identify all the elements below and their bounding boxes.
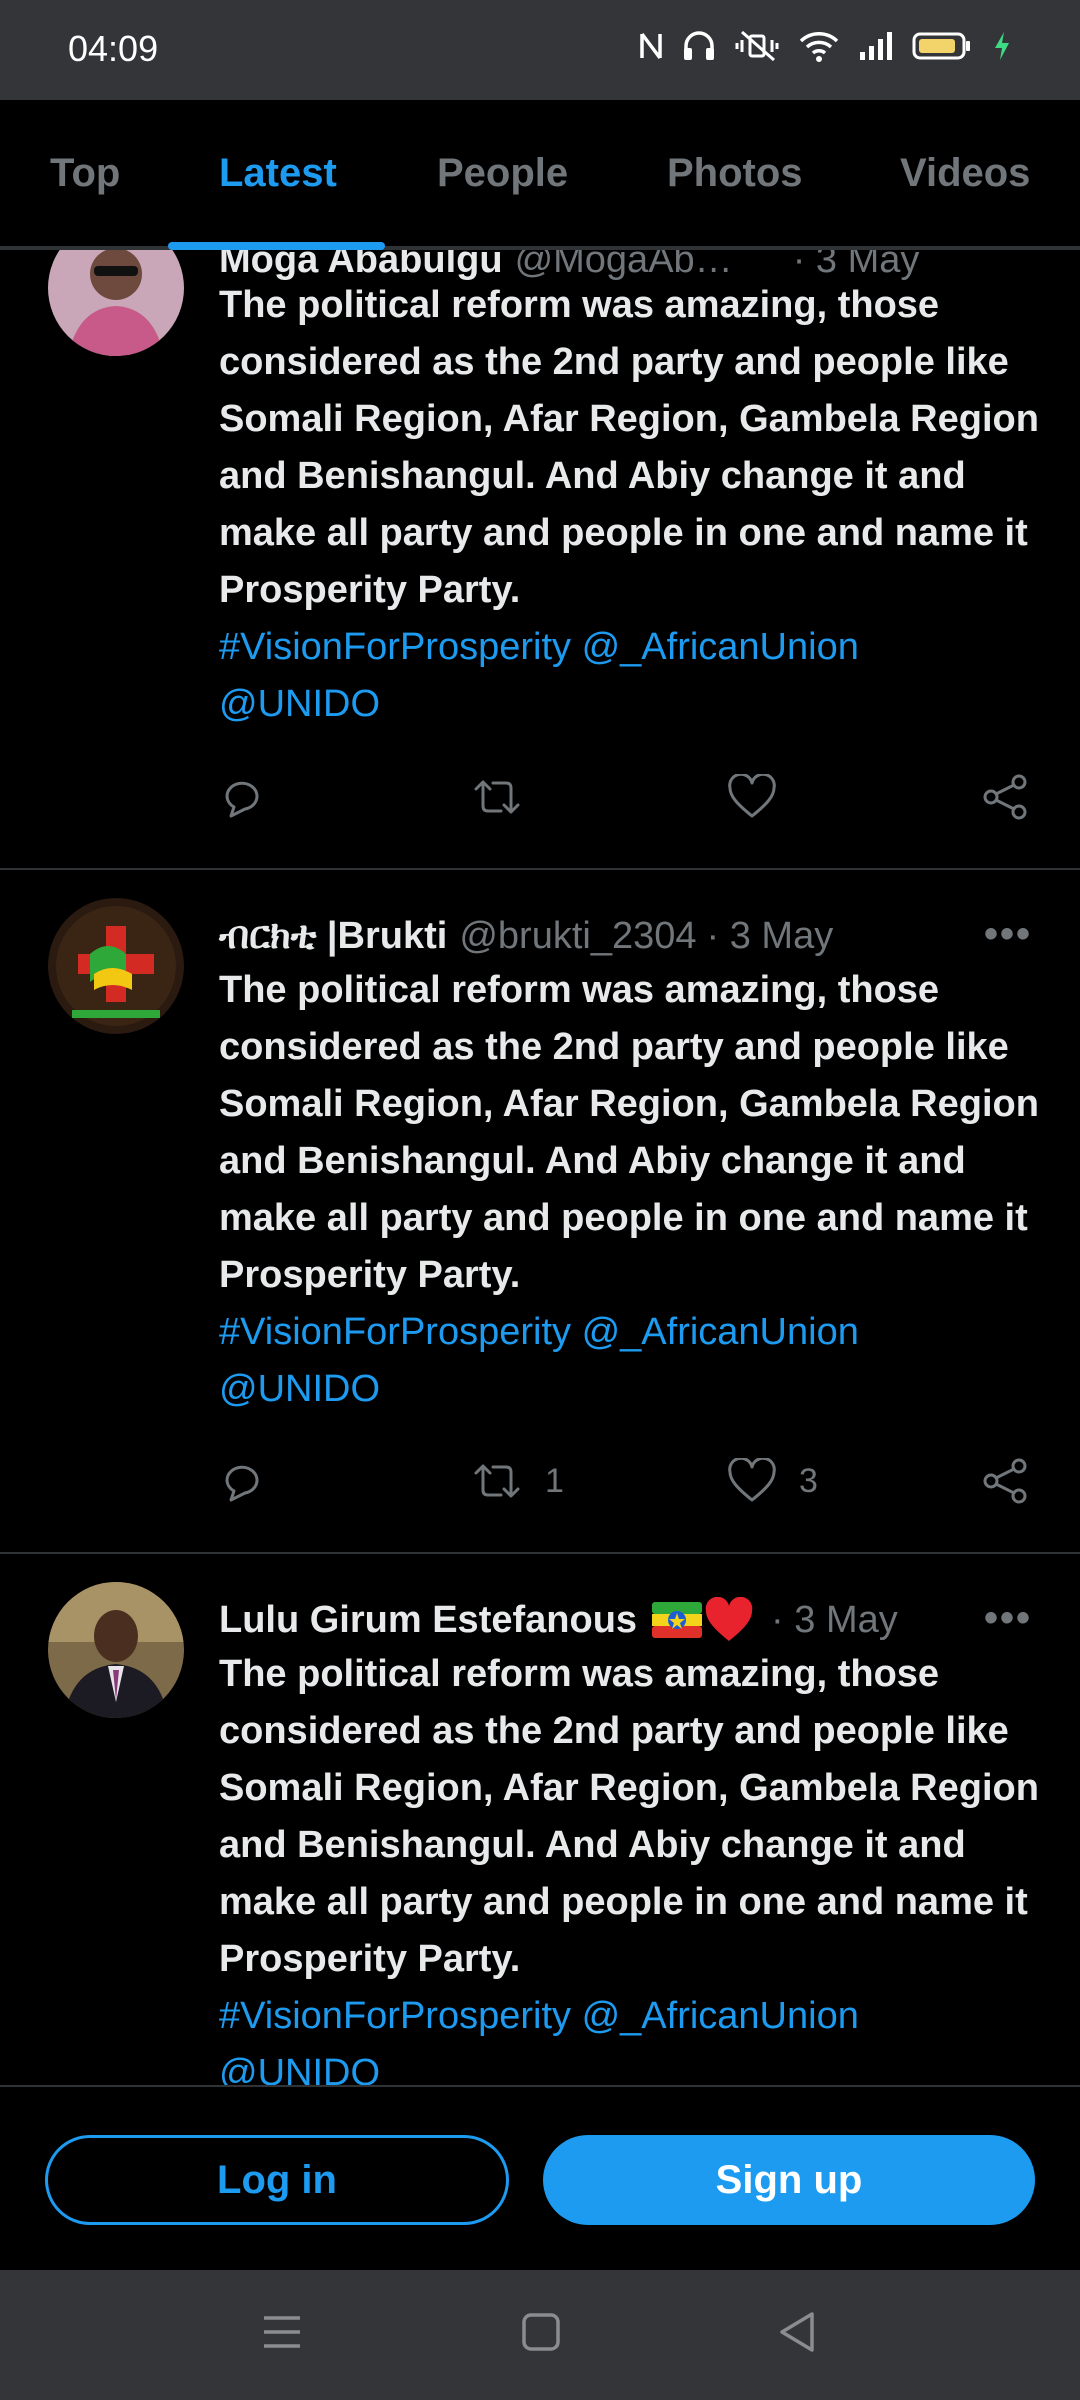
avatar[interactable] xyxy=(48,1582,184,1718)
charging-icon xyxy=(995,32,1009,60)
retweet-count: 1 xyxy=(545,1461,564,1500)
heart-icon xyxy=(728,774,776,818)
menu-icon[interactable] xyxy=(262,2310,302,2354)
user-avatar-image xyxy=(48,1582,184,1718)
heart-icon xyxy=(728,1458,776,1502)
status-icons xyxy=(638,30,1012,62)
tweet-text: The political reform was amazing, those … xyxy=(219,1646,1039,2085)
ethiopia-flag-icon xyxy=(652,1602,703,1638)
like-button[interactable]: 3 xyxy=(727,1458,818,1504)
mention-link[interactable]: @_AfricanUnion xyxy=(582,1995,859,2037)
auth-bar: Log in Sign up xyxy=(0,2085,1080,2270)
tweet-feed[interactable]: Moga Ababulgu @MogaAb… · 3 May The polit… xyxy=(0,250,1080,2085)
status-bar: 04:09 xyxy=(0,0,1080,100)
tweet-text: The political reform was amazing, those … xyxy=(219,962,1039,1418)
back-icon[interactable] xyxy=(778,2310,818,2354)
tab-latest[interactable]: Latest xyxy=(219,100,337,246)
avatar[interactable] xyxy=(48,898,184,1034)
tweet-actions xyxy=(219,774,1031,834)
login-button[interactable]: Log in xyxy=(45,2135,509,2225)
home-square-icon[interactable] xyxy=(521,2310,561,2354)
retweet-icon xyxy=(474,780,520,814)
red-heart-icon xyxy=(705,1597,753,1641)
share-icon xyxy=(983,774,1027,820)
retweet-icon xyxy=(474,1464,520,1498)
share-icon xyxy=(983,1458,1027,1504)
signup-button[interactable]: Sign up xyxy=(543,2135,1035,2225)
tweet-date[interactable]: · 3 May xyxy=(771,1599,898,1642)
tweet[interactable]: Lulu Girum Estefanous · 3 May ••• The po… xyxy=(0,1554,1080,2085)
more-options-button[interactable]: ••• xyxy=(984,912,1032,957)
vibrate-mute-icon xyxy=(735,30,779,62)
nfc-icon xyxy=(640,32,662,60)
reply-button[interactable] xyxy=(219,774,265,820)
tweet-body: The political reform was amazing, those … xyxy=(219,284,1039,611)
hashtag-link[interactable]: #VisionForProsperity xyxy=(219,1311,571,1353)
more-options-button[interactable]: ••• xyxy=(984,1596,1032,1641)
tweet-header: Lulu Girum Estefanous · 3 May ••• xyxy=(219,1590,1032,1650)
signal-icon xyxy=(860,32,892,60)
reply-icon xyxy=(225,1465,259,1502)
hashtag-link[interactable]: #VisionForProsperity xyxy=(219,626,571,668)
tab-videos[interactable]: Videos xyxy=(900,100,1030,246)
author-handle[interactable]: @brukti_2304 xyxy=(459,915,696,958)
share-button[interactable] xyxy=(981,774,1029,820)
mention-link[interactable]: @UNIDO xyxy=(219,2052,380,2085)
tweet[interactable]: ብርክቲ |Brukti @brukti_2304 · 3 May ••• Th… xyxy=(0,870,1080,1552)
user-avatar-image xyxy=(48,898,184,1034)
reply-icon xyxy=(225,781,259,818)
tweet-date[interactable]: · 3 May xyxy=(707,915,834,958)
mention-link[interactable]: @_AfricanUnion xyxy=(582,626,859,668)
status-time: 04:09 xyxy=(68,28,159,69)
headphones-icon xyxy=(684,31,714,60)
active-tab-indicator xyxy=(168,242,385,250)
hashtag-link[interactable]: #VisionForProsperity xyxy=(219,1995,571,2037)
battery-icon xyxy=(912,32,970,60)
share-button[interactable] xyxy=(981,1458,1029,1504)
author-name[interactable]: ብርክቲ |Brukti xyxy=(219,915,447,958)
retweet-button[interactable]: 1 xyxy=(471,1458,564,1504)
tweet-header: ብርክቲ |Brukti @brukti_2304 · 3 May ••• xyxy=(219,906,1032,966)
tweet-body: The political reform was amazing, those … xyxy=(219,969,1039,1296)
mention-link[interactable]: @UNIDO xyxy=(219,683,380,725)
tweet-actions: 1 3 xyxy=(219,1458,1031,1518)
search-tabs: Top Latest People Photos Videos xyxy=(0,100,1080,250)
author-name[interactable]: Lulu Girum Estefanous xyxy=(219,1599,637,1642)
tab-top[interactable]: Top xyxy=(50,100,120,246)
user-avatar-image xyxy=(48,250,184,356)
retweet-button[interactable] xyxy=(471,774,545,820)
like-button[interactable] xyxy=(727,774,799,820)
avatar[interactable] xyxy=(48,250,184,356)
mention-link[interactable]: @_AfricanUnion xyxy=(582,1311,859,1353)
mention-link[interactable]: @UNIDO xyxy=(219,1368,380,1410)
wifi-icon xyxy=(799,32,839,62)
tab-photos[interactable]: Photos xyxy=(667,100,803,246)
like-count: 3 xyxy=(799,1461,818,1500)
tweet-text: The political reform was amazing, those … xyxy=(219,277,1039,733)
reply-button[interactable] xyxy=(219,1458,265,1504)
system-navigation-bar xyxy=(0,2270,1080,2400)
tab-people[interactable]: People xyxy=(437,100,568,246)
tweet-body: The political reform was amazing, those … xyxy=(219,1653,1039,1980)
